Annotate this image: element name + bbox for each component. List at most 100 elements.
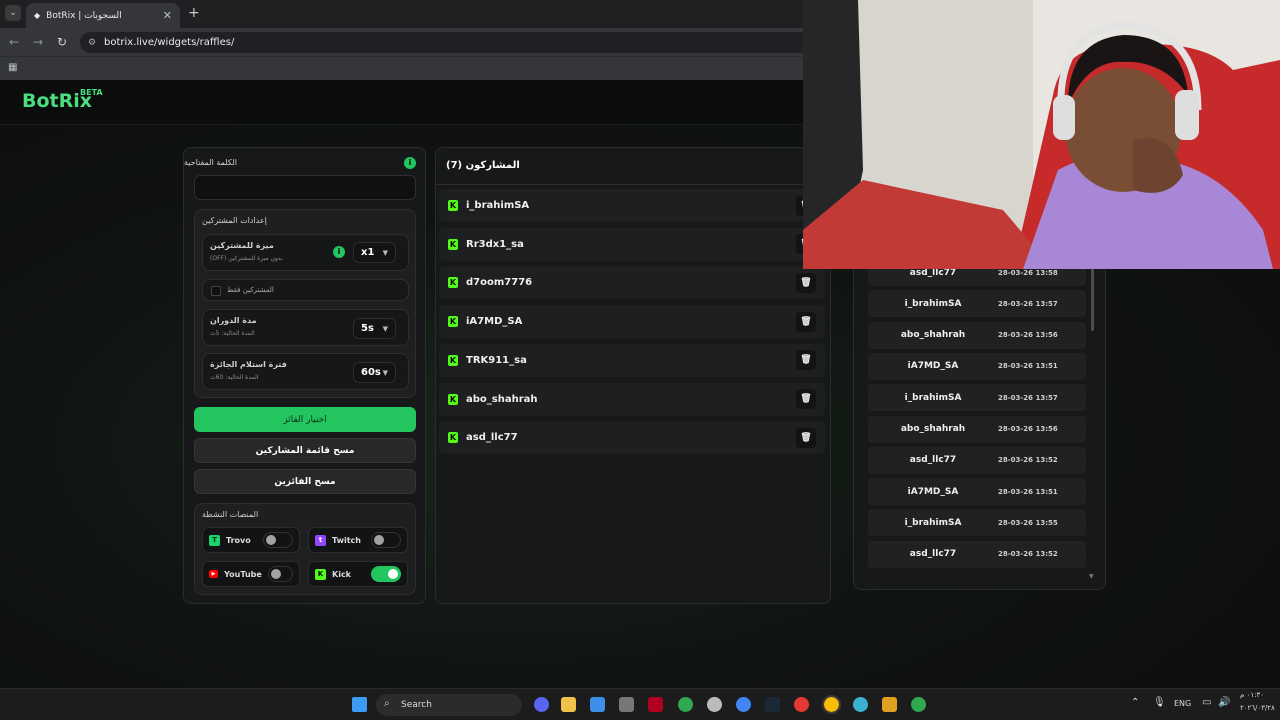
winner-time: 28-03-26 13:58 xyxy=(998,268,1058,277)
subs-info-icon[interactable]: i xyxy=(333,246,345,258)
site-info-icon[interactable]: ⚙ xyxy=(88,38,96,48)
chrome-active-icon[interactable] xyxy=(822,695,841,714)
xbox-icon[interactable] xyxy=(678,697,693,712)
steam-like-icon[interactable] xyxy=(707,697,722,712)
youtube-toggle[interactable] xyxy=(267,566,293,582)
app3-icon[interactable] xyxy=(882,697,897,712)
participant-name: asd_llc77 xyxy=(466,432,518,444)
chrome-icon[interactable] xyxy=(736,697,751,712)
winner-row: abo_shahrah 28-03-26 13:56 xyxy=(868,415,1086,443)
subscriber-settings-title: إعدادات المشتركين xyxy=(202,216,267,225)
participants-title: المشاركون (7) xyxy=(446,160,520,171)
recorder-icon[interactable] xyxy=(794,697,809,712)
participant-name: abo_shahrah xyxy=(466,393,538,405)
kick-toggle[interactable] xyxy=(371,566,401,582)
twitch-icon: t xyxy=(315,534,326,546)
participant-name: Rr3dx1_sa xyxy=(466,238,524,250)
store-icon[interactable] xyxy=(590,697,605,712)
kick-icon: K xyxy=(448,354,458,366)
twitch-toggle[interactable] xyxy=(371,532,401,548)
spin-duration-select[interactable]: 5s ▼ xyxy=(353,318,396,339)
volume-icon[interactable]: 🔊 xyxy=(1218,697,1230,708)
tab-search-button[interactable]: ⌄ xyxy=(5,5,21,21)
winner-time: 28-03-26 13:51 xyxy=(998,362,1058,371)
info-icon[interactable]: i xyxy=(404,157,416,169)
winner-name: i_brahimSA xyxy=(904,392,962,403)
winner-name: abo_shahrah xyxy=(900,424,966,434)
subs-multiplier-select[interactable]: x1 ▼ xyxy=(353,242,396,263)
kick-icon: K xyxy=(448,200,458,211)
subs-feature-label: ميزة للمشتركين xyxy=(210,241,274,250)
tab-favicon-icon: ◆ xyxy=(34,11,41,20)
webcam-video xyxy=(803,0,1280,269)
clear-winners-button[interactable]: مسح الفائزين xyxy=(194,469,416,494)
subs-feature-desc: (OFF) بدون ميزة للمشتركين xyxy=(210,255,283,262)
platform-trovo: T Trovo xyxy=(202,527,300,553)
participant-name: d7oom7776 xyxy=(466,277,533,289)
new-tab-button[interactable]: + xyxy=(188,5,200,21)
spin-duration-value: 5s xyxy=(361,323,374,334)
subs-only-label: المشتركين فقط xyxy=(227,286,274,294)
microphone-icon[interactable]: 🎙 xyxy=(1153,697,1166,708)
netflix-icon[interactable] xyxy=(648,697,663,712)
platform-name: YouTube xyxy=(224,569,262,579)
spin-duration-row: مدة الدوران المدة الحالية: 5ث 5s ▼ xyxy=(202,309,409,346)
subs-only-row[interactable]: المشتركين فقط xyxy=(202,279,409,301)
app-icon[interactable] xyxy=(619,697,634,712)
tray-chevron-up-icon[interactable]: ⌃ xyxy=(1131,697,1139,708)
platform-name: Twitch xyxy=(332,535,361,545)
platform-twitch: t Twitch xyxy=(308,527,408,553)
claim-period-select[interactable]: 60s ▼ xyxy=(353,362,396,383)
delete-icon[interactable]: 🗑 xyxy=(796,272,816,293)
participant-name: TRK911_sa xyxy=(466,354,527,366)
discord-icon[interactable] xyxy=(534,697,549,712)
steam-icon[interactable] xyxy=(765,697,780,712)
close-tab-icon[interactable]: ✕ xyxy=(163,9,172,22)
chevron-down-icon: ▼ xyxy=(382,248,388,257)
winners-scrollbar[interactable] xyxy=(1091,261,1094,331)
participant-row: KRr3dx1_sa🗑 xyxy=(439,227,825,261)
url-text: botrix.live/widgets/raffles/ xyxy=(104,37,235,48)
active-platforms-card: المنصات النشطة T Trovo t Twitch ▶ YouTub… xyxy=(194,503,416,595)
windows-start-icon[interactable] xyxy=(352,697,367,712)
trovo-icon: T xyxy=(209,534,220,546)
delete-icon[interactable]: 🗑 xyxy=(796,350,816,371)
delete-icon[interactable]: 🗑 xyxy=(796,427,816,448)
platform-name: Kick xyxy=(332,569,352,579)
language-indicator[interactable]: ENG xyxy=(1174,699,1191,708)
taskbar-search[interactable]: ⌕ Search xyxy=(376,694,522,716)
clock-time[interactable]: ٠١:٣٠ م xyxy=(1240,691,1264,699)
app2-icon[interactable] xyxy=(853,697,868,712)
delete-icon[interactable]: 🗑 xyxy=(796,389,816,409)
winner-row: i_brahimSA 28-03-26 13:57 xyxy=(868,384,1086,412)
keyword-input[interactable] xyxy=(194,175,416,200)
beta-badge: BETA xyxy=(80,88,103,97)
apps-grid-icon[interactable]: ▦ xyxy=(8,62,17,73)
pick-winner-button[interactable]: اختيار الفائز xyxy=(194,407,416,432)
scroll-down-icon[interactable]: ▼ xyxy=(1089,573,1094,580)
winner-time: 28-03-26 13:57 xyxy=(998,393,1058,402)
file-explorer-icon[interactable] xyxy=(561,697,576,712)
subs-only-checkbox[interactable] xyxy=(211,286,221,296)
delete-icon[interactable]: 🗑 xyxy=(796,311,816,332)
kick-icon: K xyxy=(448,316,458,328)
browser-tab[interactable]: ◆ BotRix | السحوبات ✕ xyxy=(26,3,180,28)
reload-icon[interactable]: ↻ xyxy=(57,35,67,49)
back-icon[interactable]: ← xyxy=(9,35,19,49)
winner-name: abo_shahrah xyxy=(900,330,966,341)
winner-name: iA7MD_SA xyxy=(907,486,959,497)
clock-date[interactable]: ٢٠٢٦/٠٣/٢٨ xyxy=(1240,704,1275,712)
kick-icon: K xyxy=(448,277,458,289)
claim-period-desc: المدة الحالية: 60ث xyxy=(210,374,259,381)
network-icon[interactable]: ▭ xyxy=(1202,697,1211,708)
clear-participants-button[interactable]: مسح قائمة المشاركين xyxy=(194,438,416,463)
subscriber-settings-card: إعدادات المشتركين ميزة للمشتركين (OFF) ب… xyxy=(194,209,416,398)
winner-row: i_brahimSA 28-03-26 13:57 xyxy=(868,290,1086,318)
participant-row: Kabo_shahrah 🗑 xyxy=(439,382,825,416)
winner-row: abo_shahrah 28-03-26 13:56 xyxy=(868,321,1086,349)
forward-icon[interactable]: → xyxy=(33,35,43,49)
kick-icon: K xyxy=(448,238,458,250)
winner-time: 28-03-26 13:52 xyxy=(998,456,1058,465)
trovo-toggle[interactable] xyxy=(263,532,293,548)
xbox2-icon[interactable] xyxy=(911,697,926,712)
